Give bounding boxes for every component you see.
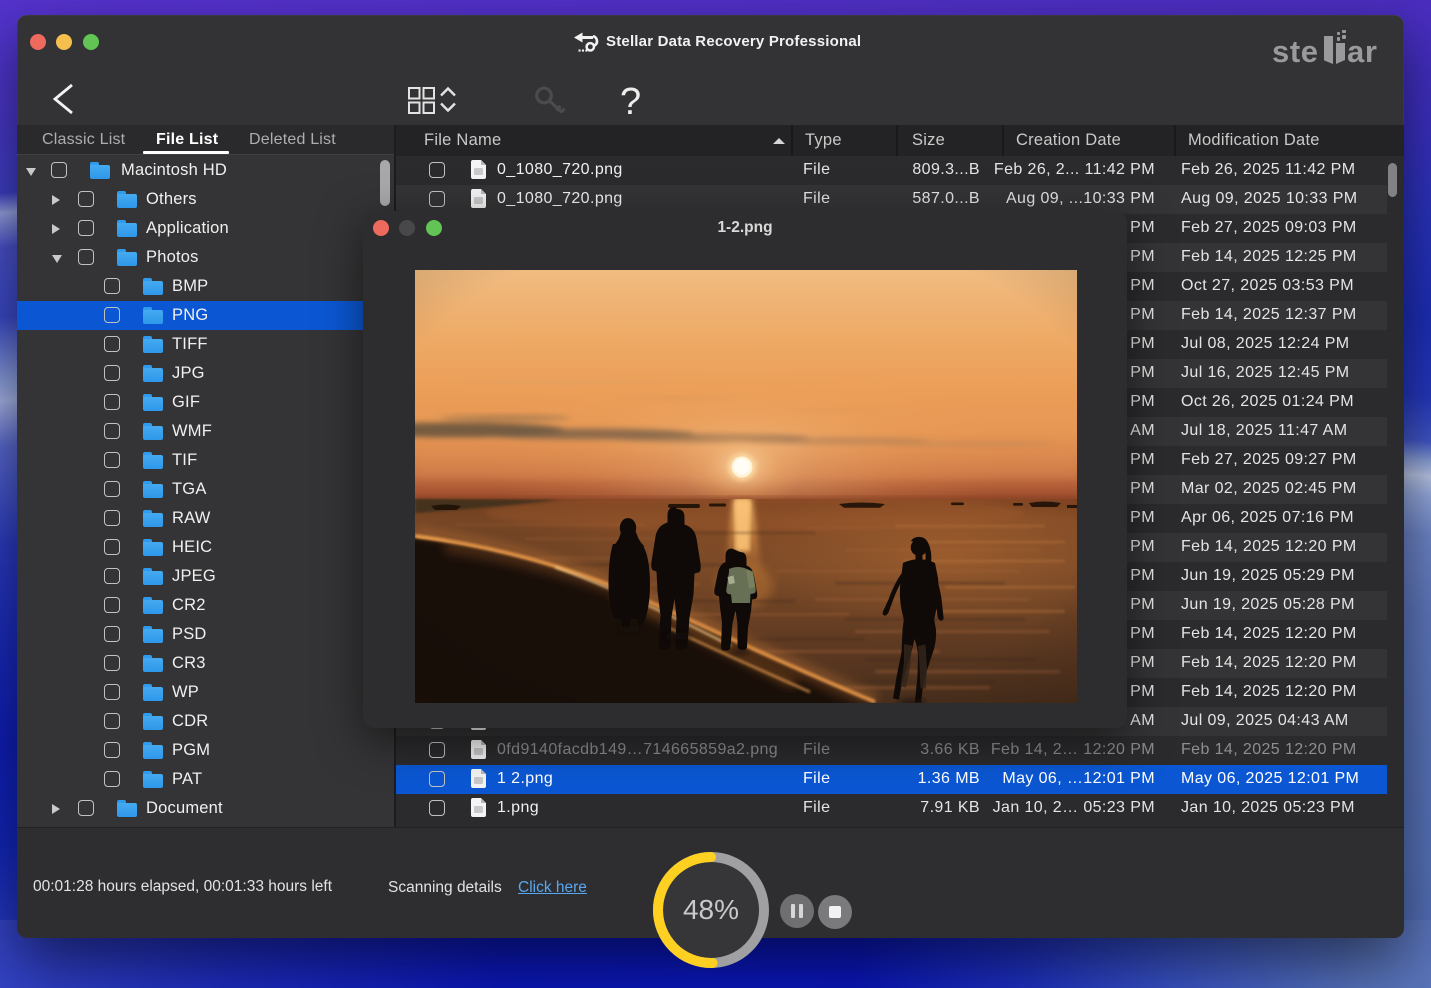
svg-text:?: ? <box>620 81 641 123</box>
